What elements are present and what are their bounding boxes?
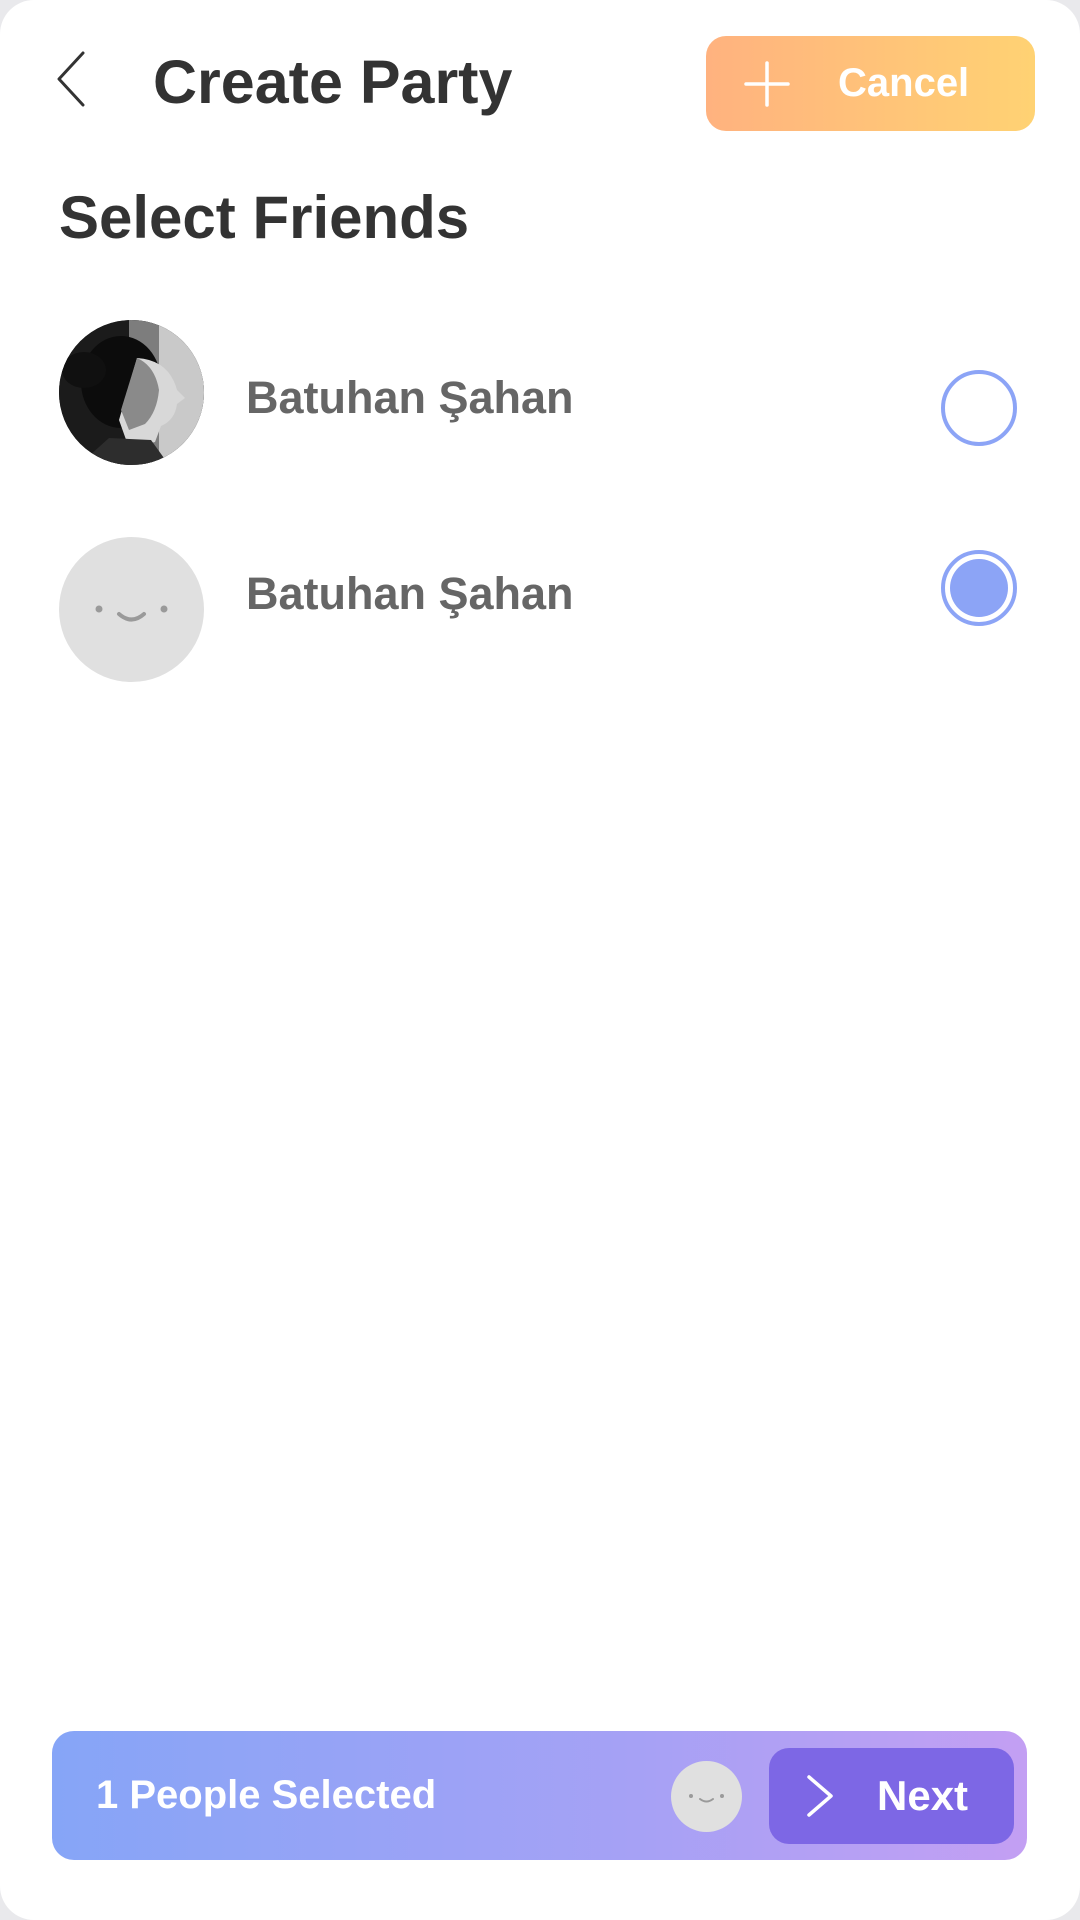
section-title: Select Friends (59, 184, 470, 251)
friend-row[interactable]: Batuhan Şahan (0, 318, 1080, 468)
profile-photo (59, 320, 204, 465)
plus-icon (744, 61, 790, 107)
friend-name: Batuhan Şahan (246, 568, 574, 619)
chevron-right-icon (807, 1775, 833, 1817)
cancel-button-label: Cancel (838, 61, 970, 105)
back-button[interactable] (44, 44, 98, 114)
avatar (59, 320, 204, 465)
create-party-screen: Create Party Cancel Select Friends Batuh… (0, 0, 1080, 1920)
friend-name: Batuhan Şahan (246, 372, 574, 423)
next-button[interactable]: Next (769, 1748, 1014, 1844)
next-button-label: Next (877, 1772, 969, 1819)
selected-count: 1 People Selected (96, 1773, 437, 1817)
cancel-button[interactable]: Cancel (706, 36, 1035, 131)
placeholder-face-icon (59, 537, 204, 682)
selection-bar: 1 People Selected Next (52, 1731, 1027, 1860)
placeholder-face-icon (671, 1761, 742, 1832)
friend-row[interactable]: Batuhan Şahan (0, 536, 1080, 686)
page-title: Create Party (153, 48, 513, 116)
select-radio-checked[interactable] (941, 550, 1017, 626)
chevron-left-icon (57, 51, 85, 107)
select-radio[interactable] (941, 370, 1017, 446)
